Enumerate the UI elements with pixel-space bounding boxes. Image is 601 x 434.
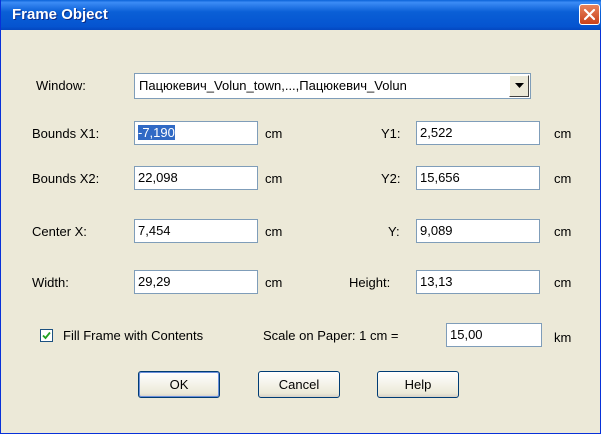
close-icon [583,8,596,21]
title-bar[interactable]: Frame Object [1,0,601,30]
bounds-x2-input[interactable]: 22,098 [134,166,258,190]
window-dropdown-button[interactable] [509,75,529,97]
bounds-x1-value: -7,190 [138,125,175,140]
y1-input[interactable]: 2,522 [416,121,540,145]
fill-frame-label[interactable]: Fill Frame with Contents [63,328,203,344]
dialog-title: Frame Object [12,6,108,23]
close-button[interactable] [579,4,600,25]
center-x-input[interactable]: 7,454 [134,219,258,243]
window-select-value: Пацюкевич_Volun_town,...,Пацюкевич_Volun [139,78,407,93]
frame-object-dialog: Frame Object Window: Пацюкевич_Volun_tow… [0,0,601,434]
center-x-unit: cm [265,224,283,239]
center-y-input[interactable]: 9,089 [416,219,540,243]
chevron-down-icon [515,83,524,88]
y2-input[interactable]: 15,656 [416,166,540,190]
cancel-button[interactable]: Cancel [258,371,340,398]
bounds-x2-unit: cm [265,171,283,186]
bounds-x1-unit: cm [265,126,283,141]
height-label: Height: [349,275,391,290]
y2-unit: cm [554,171,572,186]
scale-unit: km [554,330,572,345]
bounds-x2-label: Bounds X2: [32,171,100,186]
scale-input[interactable]: 15,00 [446,323,542,347]
width-input[interactable]: 29,29 [134,270,258,294]
y1-label: Y1: [381,126,401,141]
height-input[interactable]: 13,13 [416,270,540,294]
center-x-label: Center X: [32,224,87,239]
window-select[interactable]: Пацюкевич_Volun_town,...,Пацюкевич_Volun [134,73,531,99]
bounds-x1-label: Bounds X1: [32,126,100,141]
ok-button[interactable]: OK [138,371,220,398]
y2-label: Y2: [381,171,401,186]
help-button[interactable]: Help [377,371,459,398]
width-unit: cm [265,275,283,290]
checkmark-icon [42,331,51,340]
scale-label: Scale on Paper: 1 cm = [263,328,399,343]
width-label: Width: [32,275,69,290]
fill-frame-checkbox[interactable] [40,329,53,342]
y1-unit: cm [554,126,572,141]
center-y-label: Y: [388,224,400,239]
window-label: Window: [36,78,86,93]
bounds-x1-input[interactable]: -7,190 [134,121,258,145]
height-unit: cm [554,275,572,290]
center-y-unit: cm [554,224,572,239]
